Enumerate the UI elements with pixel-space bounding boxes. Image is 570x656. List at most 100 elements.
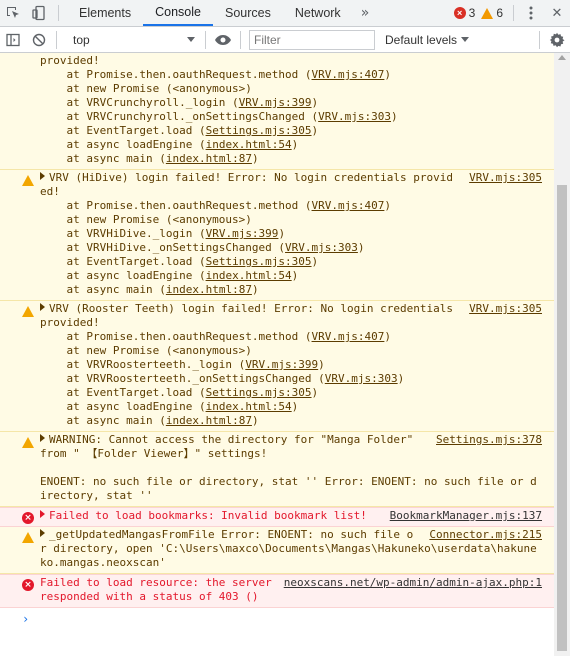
stack-frame: at new Promise (<anonymous>) (40, 213, 542, 227)
stack-frame-link[interactable]: VRV.mjs:399 (206, 227, 279, 240)
close-devtools-button[interactable]: ✕ (544, 0, 570, 26)
stack-frame-text: at new Promise (<anonymous>) (40, 344, 252, 357)
console-settings-gear-icon[interactable] (544, 27, 570, 53)
stack-frame-text: at VRVCrunchyroll._login ( (40, 96, 239, 109)
warning-icon (22, 436, 34, 448)
tab-elements[interactable]: Elements (67, 0, 143, 26)
stack-frame: at async loadEngine (index.html:54) (40, 400, 542, 414)
stack-frame-link[interactable]: index.html:54 (206, 400, 292, 413)
source-link[interactable]: VRV.mjs:305 (469, 171, 542, 185)
tab-sources[interactable]: Sources (213, 0, 283, 26)
stack-frame-link[interactable]: index.html:87 (166, 414, 252, 427)
stack-frame-text: at new Promise (<anonymous>) (40, 82, 252, 95)
stack-frame: at async loadEngine (index.html:54) (40, 138, 542, 152)
console-message-warn[interactable]: Connector.mjs:215 _getUpdatedMangasFromFi… (0, 527, 554, 574)
stack-frame-link[interactable]: VRV.mjs:399 (239, 96, 312, 109)
warning-count: 6 (496, 6, 503, 20)
console-message-warn[interactable]: provided! at Promise.then.oauthRequest.m… (0, 53, 554, 170)
expand-arrow-icon[interactable] (40, 303, 45, 311)
error-icon: × (22, 512, 34, 524)
stack-frame-link[interactable]: index.html:87 (166, 283, 252, 296)
stack-frame-link[interactable]: index.html:54 (206, 138, 292, 151)
stack-frame-link[interactable]: VRV.mjs:407 (312, 199, 385, 212)
message-head: VRV (Rooster Teeth) login failed! Error:… (40, 302, 460, 329)
scroll-up-arrow-icon[interactable] (558, 55, 566, 60)
console-message-warn[interactable]: Settings.mjs:378 WARNING: Cannot access t… (0, 432, 554, 507)
stack-frame-text: at VRVRoosterteeth._onSettingsChanged ( (40, 372, 325, 385)
stack-frame-link[interactable]: Settings.mjs:305 (206, 124, 312, 137)
tab-console[interactable]: Console (143, 0, 213, 26)
source-link[interactable]: Settings.mjs:378 (436, 433, 542, 447)
stack-frame-text: at VRVHiDive._login ( (40, 227, 206, 240)
error-count-badge[interactable]: × 3 (453, 0, 475, 26)
console-message-error[interactable]: × neoxscans.net/wp-admin/admin-ajax.php:1… (0, 574, 554, 608)
log-levels-dropdown[interactable]: Default levels (381, 33, 507, 47)
stack-frame-link[interactable]: index.html:54 (206, 269, 292, 282)
stack-frame-text: ) (291, 138, 299, 151)
stack-frame-link[interactable]: VRV.mjs:303 (325, 372, 398, 385)
live-expression-eye-icon[interactable] (210, 27, 236, 53)
console-message-error[interactable]: × BookmarkManager.mjs:137 Failed to load b… (0, 507, 554, 527)
source-link[interactable]: Connector.mjs:215 (429, 528, 542, 542)
stack-frame-link[interactable]: VRV.mjs:399 (245, 358, 318, 371)
source-link[interactable]: neoxscans.net/wp-admin/admin-ajax.php:1 (284, 576, 542, 590)
source-link[interactable]: BookmarkManager.mjs:137 (390, 509, 542, 523)
console-message-warn[interactable]: VRV.mjs:305 VRV (HiDive) login failed! Er… (0, 170, 554, 301)
stack-frame-link[interactable]: Settings.mjs:305 (206, 255, 312, 268)
expand-arrow-icon[interactable] (40, 172, 45, 180)
stack-frame-text: ) (311, 96, 319, 109)
more-options-icon[interactable] (518, 0, 544, 26)
toggle-sidebar-icon[interactable] (0, 27, 26, 53)
stack-frame-link[interactable]: Settings.mjs:305 (206, 386, 312, 399)
expand-arrow-icon[interactable] (40, 510, 45, 518)
message-text: provided! (40, 54, 542, 68)
context-selector[interactable]: top (65, 30, 201, 50)
warning-icon (481, 7, 494, 19)
expand-arrow-icon[interactable] (40, 529, 45, 537)
message-head: Failed to load bookmarks: Invalid bookma… (49, 509, 367, 522)
warning-count-badge[interactable]: 6 (481, 0, 503, 26)
divider (240, 30, 241, 49)
stack-frame-link[interactable]: VRV.mjs:303 (318, 110, 391, 123)
stack-frame-text: at VRVRoosterteeth._login ( (40, 358, 246, 371)
stack-frame-text: at EventTarget.load ( (40, 124, 206, 137)
scrollbar-thumb[interactable] (557, 185, 567, 651)
divider (513, 5, 514, 21)
more-tabs-button[interactable]: » (353, 0, 378, 26)
stack-frame-link[interactable]: VRV.mjs:407 (312, 68, 385, 81)
stack-frame-text: ) (318, 358, 325, 371)
filter-input[interactable] (249, 29, 375, 50)
stack-frame-text: ) (357, 241, 365, 254)
divider (205, 30, 206, 49)
clear-console-icon[interactable] (26, 27, 52, 53)
console-message-warn[interactable]: VRV.mjs:305 VRV (Rooster Teeth) login fai… (0, 301, 554, 432)
stack-frame-text: ) (311, 255, 319, 268)
error-icon: × (453, 7, 466, 19)
warning-icon (22, 305, 34, 317)
stack-frame-text: at EventTarget.load ( (40, 255, 206, 268)
warning-icon (22, 174, 34, 186)
stack-frame-text: at VRVHiDive._onSettingsChanged ( (40, 241, 286, 254)
stack-frame-link[interactable]: index.html:87 (166, 152, 252, 165)
expand-arrow-icon[interactable] (40, 434, 45, 442)
tab-network[interactable]: Network (283, 0, 353, 26)
console-scrollbar[interactable] (554, 53, 570, 656)
stack-frame-text: ) (291, 269, 299, 282)
stack-frame-text: ) (311, 386, 319, 399)
device-toolbar-icon[interactable] (26, 0, 52, 26)
stack-frame: at async main (index.html:87) (40, 152, 542, 166)
stack-frame-text: ) (384, 68, 392, 81)
stack-frame-text: at EventTarget.load ( (40, 386, 206, 399)
stack-frame: at VRVHiDive._login (VRV.mjs:399) (40, 227, 542, 241)
stack-frame-text: at new Promise (<anonymous>) (40, 213, 252, 226)
devtools-tabbar: Elements Console Sources Network » × 3 6… (0, 0, 570, 27)
stack-frame-text: at VRVCrunchyroll._onSettingsChanged ( (40, 110, 319, 123)
message-head: Failed to load resource: the server resp… (40, 576, 279, 603)
inspect-element-icon[interactable] (0, 0, 26, 26)
console-messages[interactable]: provided! at Promise.then.oauthRequest.m… (0, 53, 554, 656)
console-prompt[interactable]: › (0, 608, 554, 626)
stack-frame-text: at async loadEngine ( (40, 400, 206, 413)
source-link[interactable]: VRV.mjs:305 (469, 302, 542, 316)
stack-frame-link[interactable]: VRV.mjs:407 (312, 330, 385, 343)
stack-frame-link[interactable]: VRV.mjs:303 (285, 241, 358, 254)
